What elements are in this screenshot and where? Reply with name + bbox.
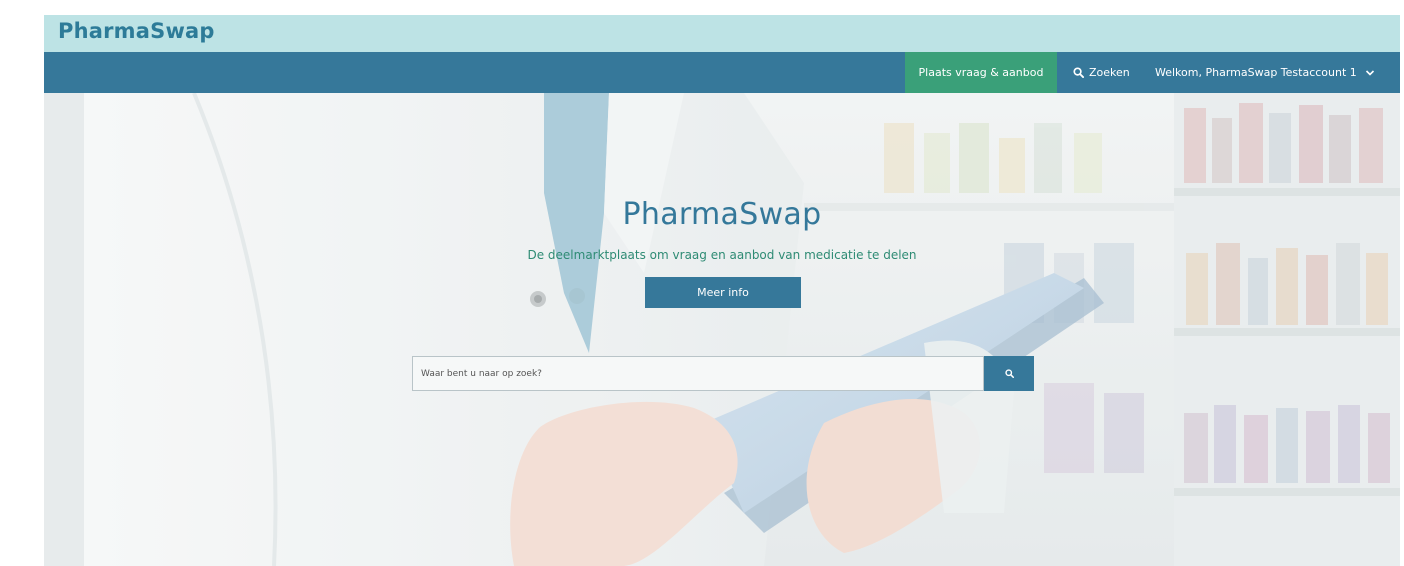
- hero-search-form: [412, 356, 1034, 391]
- hero-title: PharmaSwap: [622, 197, 822, 232]
- nav-search-link[interactable]: Zoeken: [1073, 52, 1145, 93]
- hero-subtitle: De deelmarktplaats om vraag en aanbod va…: [527, 248, 917, 262]
- search-icon: [1073, 67, 1084, 78]
- brand-logo[interactable]: PharmaSwap: [58, 19, 215, 43]
- brand-bar: PharmaSwap: [44, 15, 1400, 52]
- hero-banner: PharmaSwap De deelmarktplaats om vraag e…: [44, 93, 1400, 566]
- chevron-down-icon: [1365, 53, 1375, 94]
- hero-search-input[interactable]: [412, 356, 984, 391]
- more-info-button[interactable]: Meer info: [645, 277, 801, 308]
- place-request-offer-button[interactable]: Plaats vraag & aanbod: [905, 52, 1057, 93]
- user-menu[interactable]: Welkom, PharmaSwap Testaccount 1: [1155, 52, 1393, 93]
- search-icon: [1004, 369, 1014, 378]
- user-menu-label: Welkom, PharmaSwap Testaccount 1: [1155, 66, 1357, 79]
- page: PharmaSwap Plaats vraag & aanbod Zoeken …: [44, 15, 1400, 566]
- nav-search-label: Zoeken: [1089, 66, 1130, 79]
- hero-search-button[interactable]: [984, 356, 1034, 391]
- hero-background-image: [44, 93, 1400, 566]
- main-nav: Plaats vraag & aanbod Zoeken Welkom, Pha…: [44, 52, 1400, 93]
